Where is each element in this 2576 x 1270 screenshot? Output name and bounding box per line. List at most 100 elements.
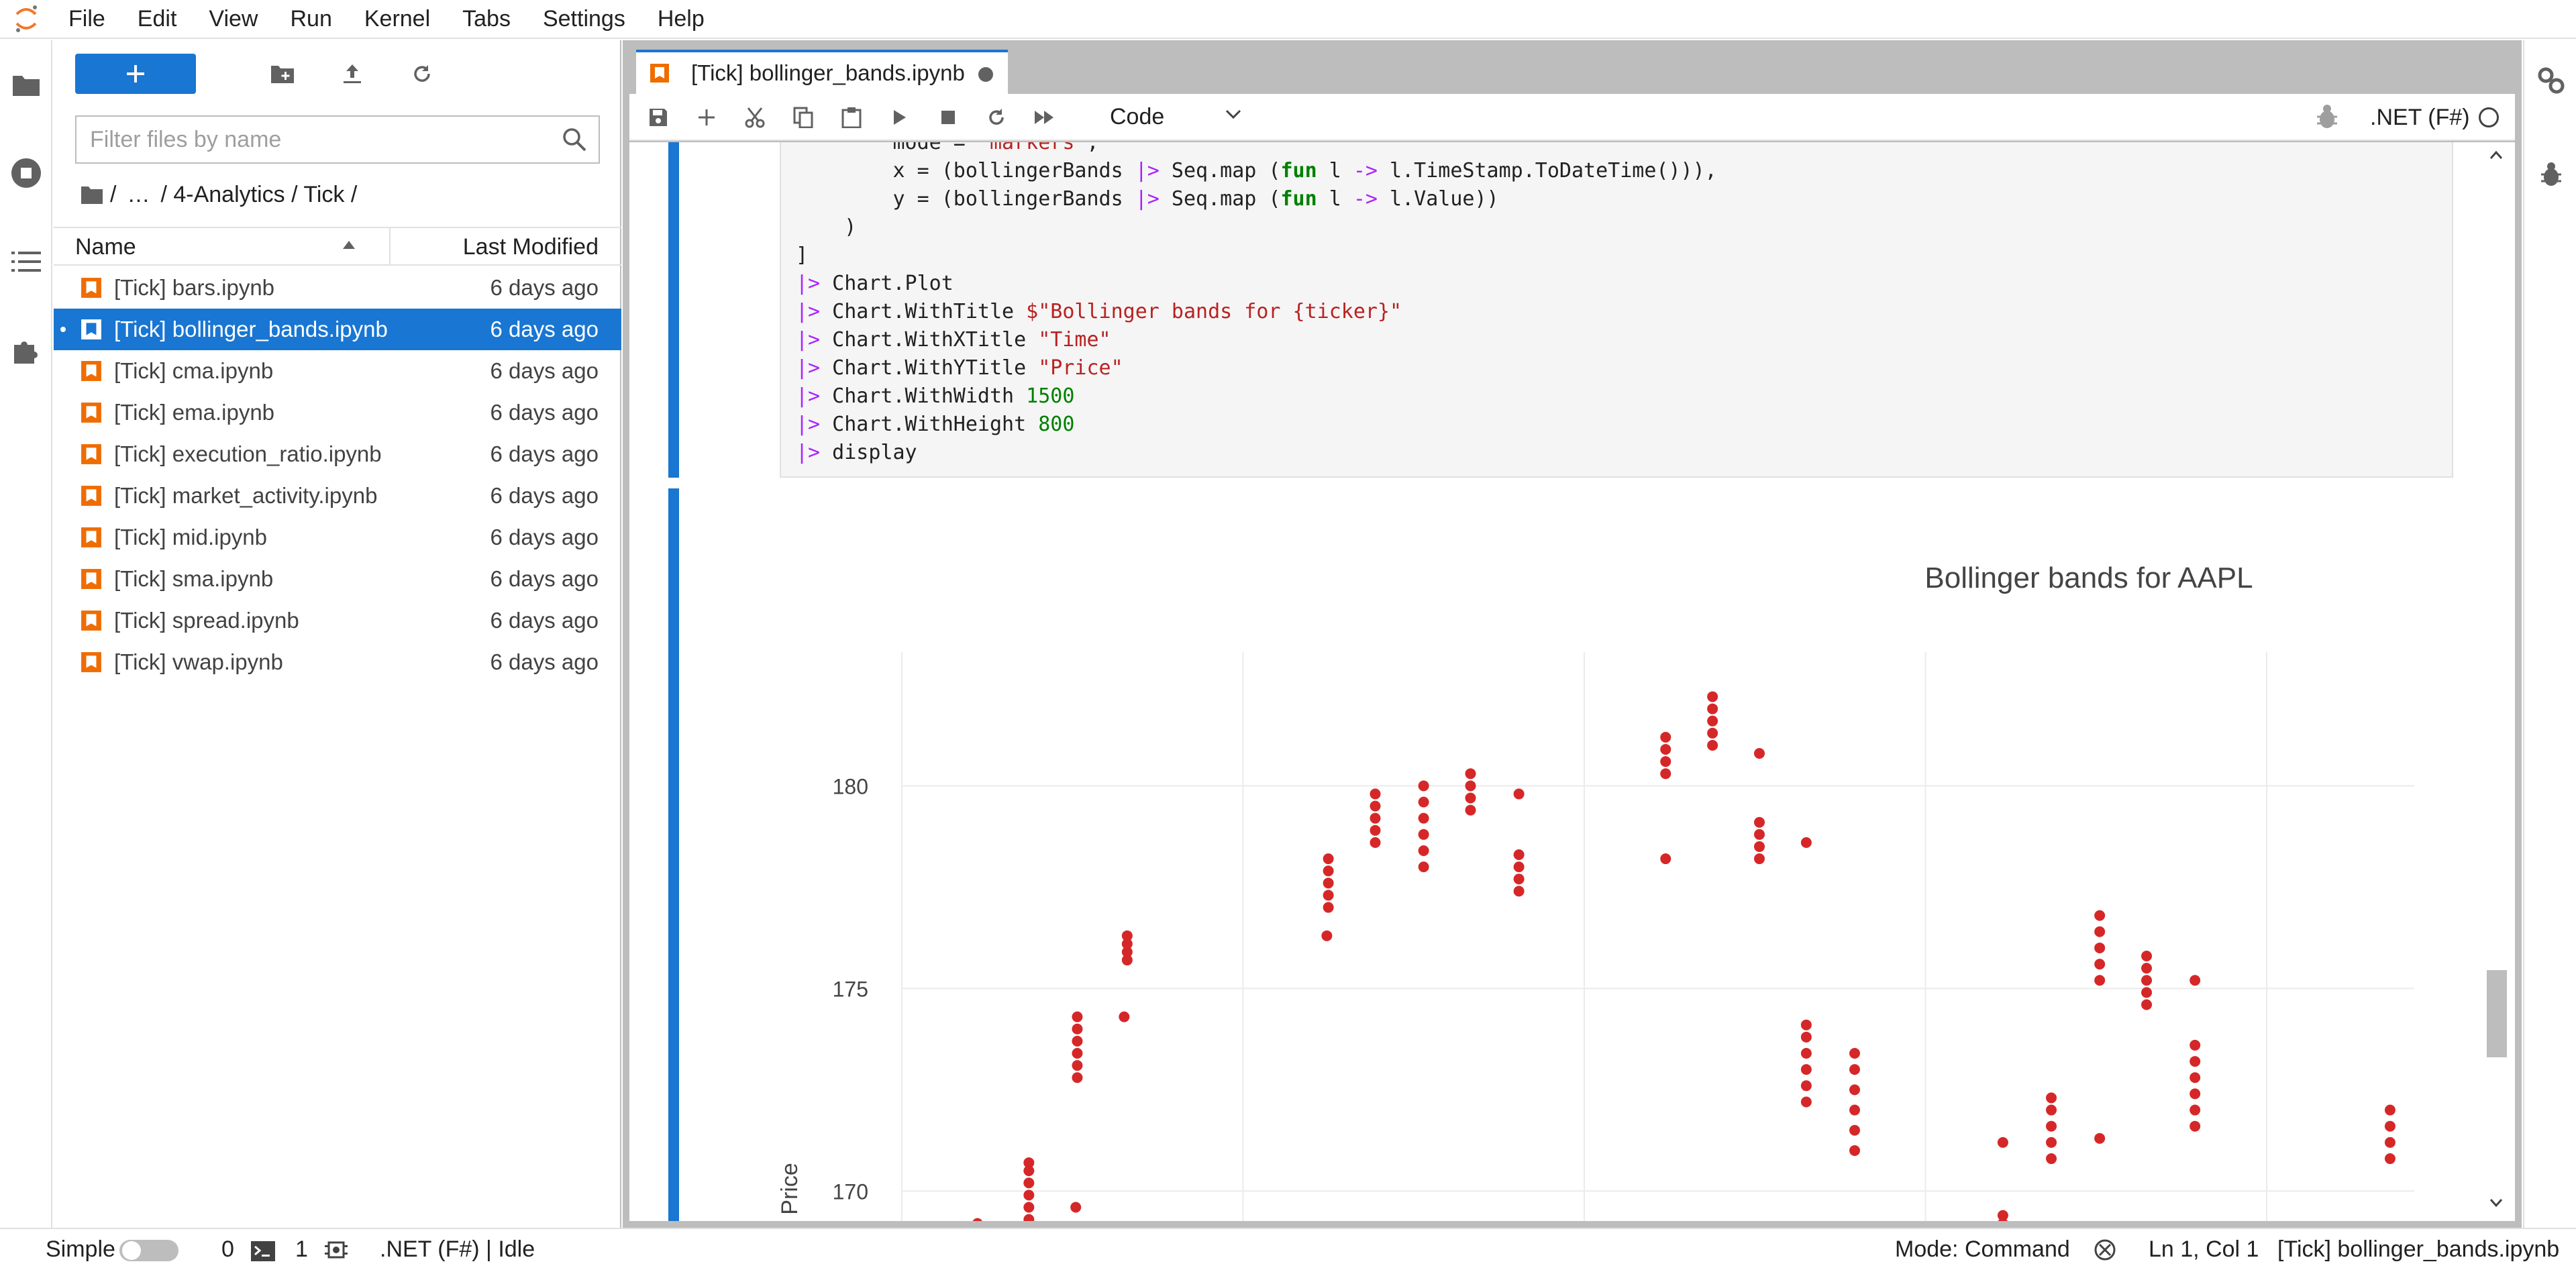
scatter-point [1119,1011,1130,1022]
file-row[interactable]: [Tick] mid.ipynb 6 days ago [54,517,621,558]
file-row[interactable]: [Tick] bars.ipynb 6 days ago [54,267,621,309]
file-row[interactable]: [Tick] bollinger_bands.ipynb 6 days ago [54,309,621,350]
menu-bar: File Edit View Run Kernel Tabs Settings … [0,0,2576,39]
kernel-count[interactable]: 1 [295,1229,308,1269]
new-folder-button[interactable] [259,54,306,94]
folder-icon[interactable] [0,40,52,129]
upload-icon [344,64,361,83]
paste-button[interactable] [833,101,870,134]
scatter-point [1323,878,1334,889]
simple-mode-toggle[interactable] [119,1240,178,1261]
scatter-point [1849,1064,1861,1075]
scroll-down-arrow-icon[interactable] [2489,1198,2503,1208]
scatter-point [1660,756,1671,768]
notebook-icon [81,652,101,672]
notebook-mode: Mode: Command [1895,1236,2070,1262]
file-modified: 6 days ago [490,400,599,425]
debugger-icon[interactable] [2524,141,2576,208]
menu-tabs[interactable]: Tabs [446,0,527,38]
trust-icon[interactable] [2094,1238,2116,1261]
scroll-thumb[interactable] [2487,970,2507,1057]
notebook-scrollbar[interactable] [2483,142,2510,1221]
right-sidebar-tabs [2523,40,2576,1228]
scatter-point [2189,1088,2201,1100]
code-cell-editor[interactable]: mode = "markers", x = (bollingerBands |>… [780,142,2453,478]
debugger-bug-icon[interactable] [2315,103,2339,130]
extension-manager-icon[interactable] [0,306,52,394]
unsaved-changes-indicator[interactable] [978,67,993,82]
file-row[interactable]: [Tick] cma.ipynb 6 days ago [54,350,621,392]
column-header-name[interactable]: Name [75,228,136,266]
terminal-count[interactable]: 0 [221,1229,234,1269]
scatter-point [2094,926,2106,937]
active-cell-input-bar[interactable] [668,142,679,478]
restart-run-all-button[interactable] [1027,101,1063,134]
file-name: [Tick] sma.ipynb [114,566,274,591]
save-button[interactable] [640,101,676,134]
scatter-point [1023,1214,1035,1221]
scatter-point [1072,1011,1083,1022]
tab-bollinger-bands[interactable]: [Tick] bollinger_bands.ipynb [636,50,1008,94]
menu-view[interactable]: View [193,0,274,38]
file-row[interactable]: [Tick] vwap.ipynb 6 days ago [54,641,621,683]
file-name: [Tick] ema.ipynb [114,400,275,425]
file-modified: 6 days ago [490,317,599,341]
home-folder-icon[interactable] [81,184,103,205]
file-modified: 6 days ago [490,275,599,300]
menu-file[interactable]: File [52,0,121,38]
code-line: mode = "markers", [796,142,1099,154]
copy-button[interactable] [785,101,821,134]
cursor-position[interactable]: Ln 1, Col 1 [2149,1229,2259,1269]
interrupt-kernel-button[interactable] [930,101,966,134]
file-modified: 6 days ago [490,525,599,549]
cell-type-dropdown[interactable]: Code [1110,99,1244,134]
column-header-last-modified[interactable]: Last Modified [463,228,599,266]
upload-button[interactable] [329,54,376,94]
file-row[interactable]: [Tick] ema.ipynb 6 days ago [54,392,621,433]
file-row[interactable]: [Tick] execution_ratio.ipynb 6 days ago [54,433,621,475]
cut-button[interactable] [737,101,773,134]
code-line: ) [796,215,857,239]
filter-files-input[interactable] [90,117,546,162]
file-row[interactable]: [Tick] sma.ipynb 6 days ago [54,558,621,600]
scatter-point [2189,1104,2201,1116]
menu-settings[interactable]: Settings [527,0,641,38]
notebook-panel[interactable]: mode = "markers", x = (bollingerBands |>… [629,142,2515,1221]
breadcrumb-root[interactable]: / [110,182,116,208]
menu-kernel[interactable]: Kernel [348,0,446,38]
scatter-point [1513,849,1525,861]
scatter-point [1323,902,1334,913]
notebook-icon [81,611,101,631]
scatter-point [1465,780,1476,792]
active-cell-output-bar[interactable] [668,488,679,1221]
refresh-button[interactable] [399,54,446,94]
open-file-indicator [60,327,66,332]
kernel-status-text[interactable]: .NET (F#) | Idle [380,1229,535,1269]
new-launcher-button[interactable] [75,54,196,94]
restart-kernel-button[interactable] [978,101,1015,134]
scatter-point [1707,703,1718,715]
kernel-name-button[interactable]: .NET (F#) [2370,94,2470,141]
current-file-name[interactable]: [Tick] bollinger_bands.ipynb [2277,1229,2559,1269]
column-divider[interactable] [389,228,391,266]
menu-edit[interactable]: Edit [121,0,193,38]
insert-cell-button[interactable] [688,101,725,134]
terminal-icon[interactable] [251,1241,275,1261]
file-row[interactable]: [Tick] spread.ipynb 6 days ago [54,600,621,641]
file-row[interactable]: [Tick] market_activity.ipynb 6 days ago [54,475,621,517]
kernel-icon[interactable] [325,1238,348,1261]
table-of-contents-icon[interactable] [0,217,52,306]
run-cell-button[interactable] [882,101,918,134]
notebook-icon [650,64,669,83]
menu-run[interactable]: Run [274,0,348,38]
scatter-point [1121,930,1133,941]
running-sessions-icon[interactable] [0,129,52,217]
breadcrumb-ellipsis[interactable]: … [127,182,150,208]
menu-help[interactable]: Help [641,0,721,38]
scatter-point [1023,1157,1035,1169]
fast-forward-icon [1035,111,1053,124]
chevron-down-icon[interactable] [1225,109,1241,119]
scroll-up-arrow-icon[interactable] [2489,150,2503,160]
breadcrumb-path[interactable]: / 4-Analytics / Tick / [160,182,357,208]
property-inspector-icon[interactable] [2524,47,2576,114]
